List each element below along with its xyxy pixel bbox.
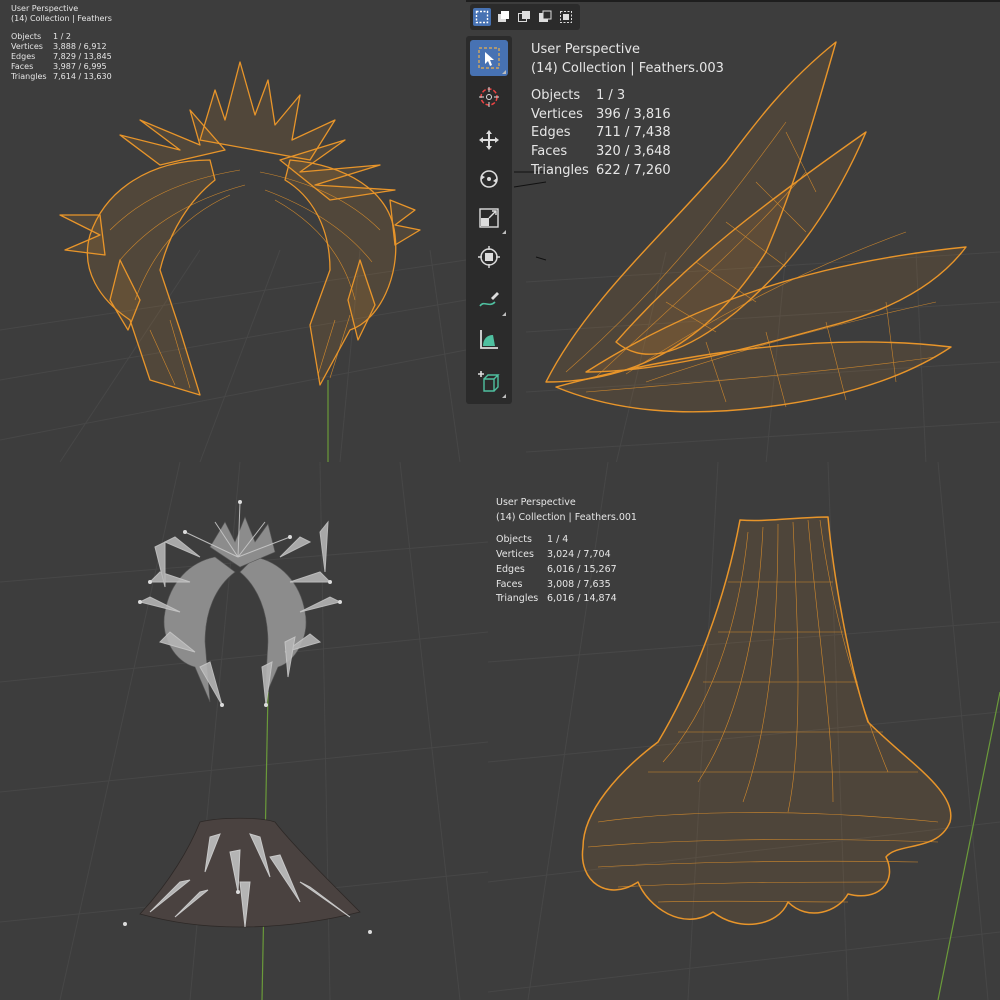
cursor-icon[interactable] bbox=[470, 79, 508, 115]
mode-intersect-icon[interactable] bbox=[557, 8, 575, 26]
stat-row: Objects 1 / 3 bbox=[531, 87, 626, 103]
stat-row: Vertices 3,888 / 6,912 bbox=[11, 42, 107, 51]
viewport-top-right[interactable]: User Perspective (14) Collection | Feath… bbox=[466, 0, 1000, 462]
rotate-icon[interactable] bbox=[470, 161, 508, 197]
tool-shelf bbox=[466, 36, 512, 404]
stat-row: Faces 320 / 3,648 bbox=[531, 144, 671, 160]
mode-extend-icon[interactable] bbox=[515, 8, 533, 26]
stat-row: Edges 711 / 7,438 bbox=[531, 125, 671, 141]
select-box-icon[interactable] bbox=[473, 8, 491, 26]
viewport-bottom-left[interactable] bbox=[0, 462, 488, 1000]
stat-row: Triangles 7,614 / 13,630 bbox=[11, 72, 112, 81]
collection-label: (14) Collection | Feathers bbox=[11, 14, 112, 23]
add-cube-icon[interactable] bbox=[470, 364, 508, 400]
collection-label: (14) Collection | Feathers.003 bbox=[531, 60, 724, 76]
collection-label: (14) Collection | Feathers.001 bbox=[496, 511, 637, 523]
viewport-top-left[interactable]: User Perspective (14) Collection | Feath… bbox=[0, 0, 466, 462]
scene-rigged-meshes bbox=[0, 462, 488, 1000]
stat-row: Vertices 396 / 3,816 bbox=[531, 106, 671, 122]
mode-subtract-icon[interactable] bbox=[536, 8, 554, 26]
viewport-info-overlay: User Perspective (14) Collection | Feath… bbox=[496, 496, 637, 607]
select-mode-toolbar bbox=[470, 4, 580, 30]
view-title: User Perspective bbox=[531, 42, 641, 57]
viewport-bottom-right[interactable]: User Perspective (14) Collection | Feath… bbox=[488, 462, 1000, 1000]
stat-row: Triangles 6,016 / 14,874 bbox=[496, 593, 617, 605]
stat-row: Objects 1 / 2 bbox=[11, 32, 71, 41]
stat-row: Edges 7,829 / 13,845 bbox=[11, 52, 112, 61]
stat-row: Faces 3,008 / 7,635 bbox=[496, 578, 611, 590]
stat-row: Faces 3,987 / 6,995 bbox=[11, 62, 107, 71]
scale-icon[interactable] bbox=[470, 200, 508, 236]
move-icon[interactable] bbox=[470, 122, 508, 158]
measure-icon[interactable] bbox=[470, 321, 508, 357]
stat-row: Edges 6,016 / 15,267 bbox=[496, 563, 617, 575]
viewport-info-overlay: User Perspective (14) Collection | Feath… bbox=[531, 41, 724, 181]
viewport-info-overlay: User Perspective (14) Collection | Feath… bbox=[11, 4, 112, 82]
stat-row: Triangles 622 / 7,260 bbox=[531, 163, 671, 179]
mode-new-icon[interactable] bbox=[494, 8, 512, 26]
view-title: User Perspective bbox=[496, 497, 576, 508]
select-cursor-icon[interactable] bbox=[470, 40, 508, 76]
stat-row: Vertices 3,024 / 7,704 bbox=[496, 549, 611, 561]
annotate-icon[interactable] bbox=[470, 282, 508, 318]
stat-row: Objects 1 / 4 bbox=[496, 534, 569, 546]
transform-icon[interactable] bbox=[470, 239, 508, 275]
view-title: User Perspective bbox=[11, 4, 79, 13]
